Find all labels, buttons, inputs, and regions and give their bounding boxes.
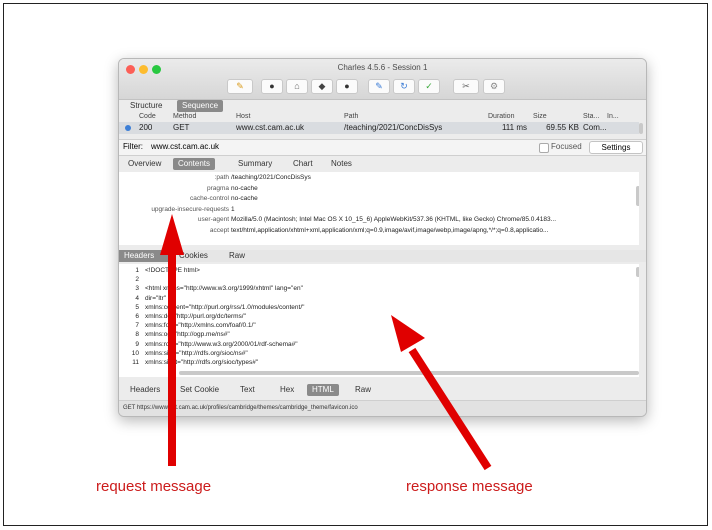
response-message-label: response message	[406, 478, 533, 495]
response-arrow-shaft	[408, 347, 492, 471]
response-arrow-head	[391, 315, 425, 352]
request-arrow-head	[160, 214, 184, 255]
request-message-label: request message	[96, 478, 212, 495]
annotation-overlay	[160, 214, 492, 471]
